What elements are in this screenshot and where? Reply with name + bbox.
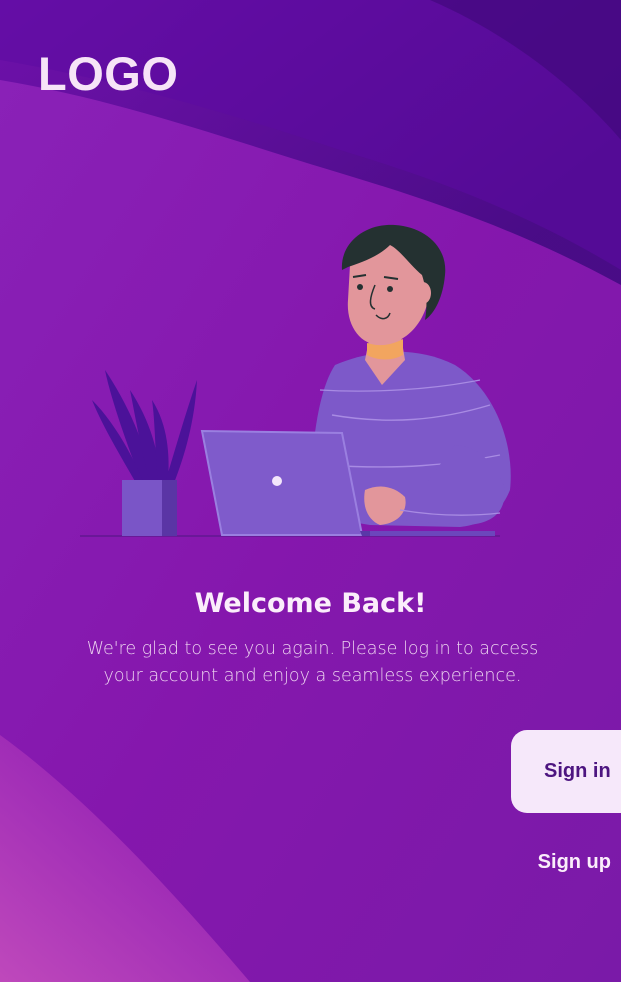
sign-in-label: Sign in (544, 760, 611, 782)
brand-logo: LOGO (38, 47, 179, 100)
sign-in-button[interactable]: Sign in (511, 730, 621, 813)
welcome-subtitle: We're glad to see you again. Please log … (86, 639, 539, 686)
welcome-title: Welcome Back! (194, 588, 427, 619)
sign-up-link[interactable]: Sign up (538, 851, 611, 874)
plant-icon (92, 370, 197, 483)
person-laptop-illustration (80, 224, 511, 537)
